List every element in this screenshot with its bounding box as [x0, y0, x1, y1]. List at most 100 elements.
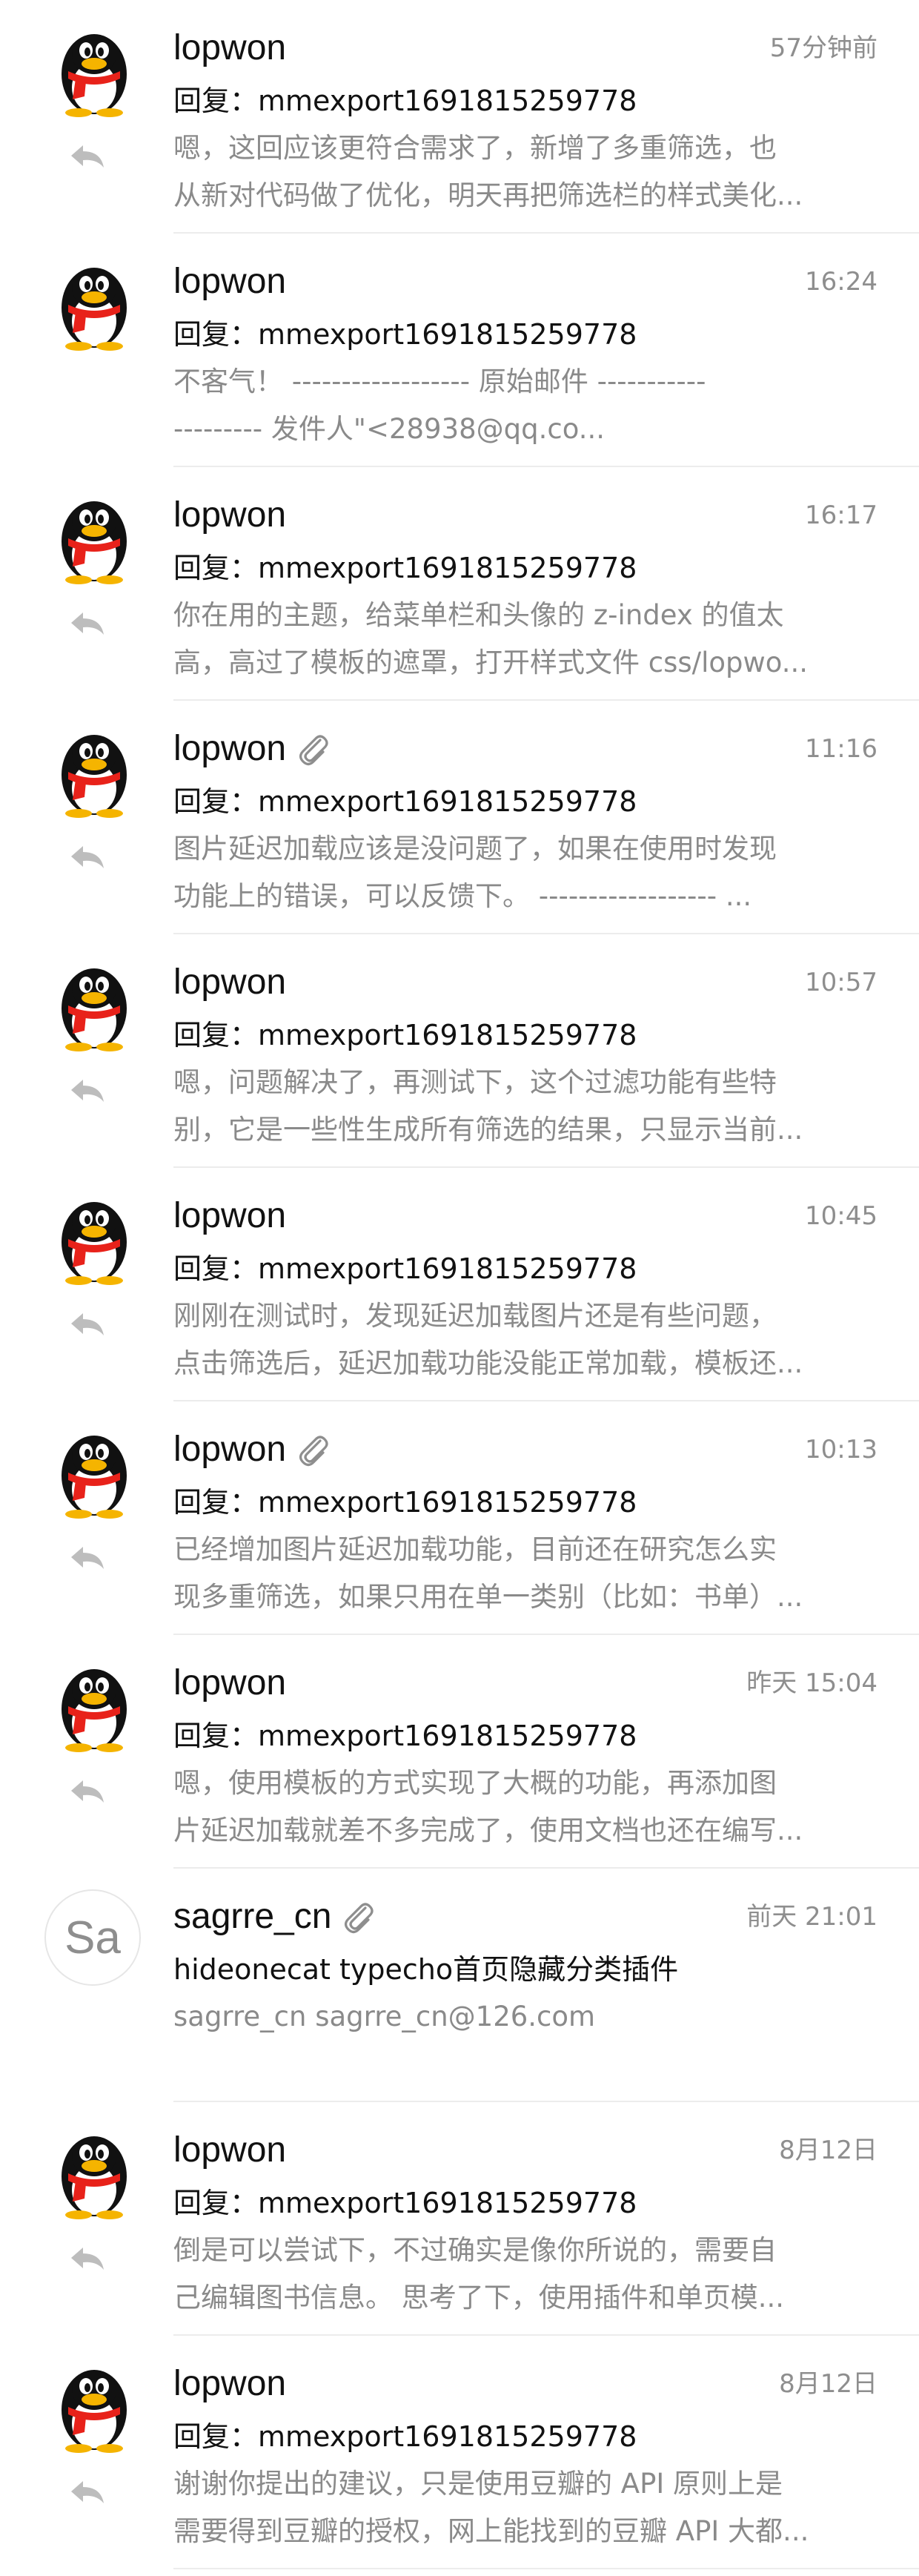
mail-preview-line: 你在用的主题，给菜单栏和头像的 z-index 的值太 — [173, 599, 784, 631]
paperclip-icon — [286, 730, 332, 768]
mail-subject: 回复：mmexport1691815259778 — [173, 2187, 637, 2219]
mail-list-item[interactable]: lopwon 10:13 回复：mmexport1691815259778 已经增加… — [0, 1401, 919, 1635]
qq-penguin-avatar-icon — [46, 489, 142, 586]
sender-name: lopwon — [173, 1663, 287, 1703]
mail-preview-line: 已经增加图片延迟加载功能，目前还在研究怎么实 — [173, 1533, 777, 1565]
mail-time: 10:45 — [805, 1201, 877, 1231]
mail-list-item[interactable]: lopwon 昨天 15:04 回复：mmexport1691815259778 嗯，… — [0, 1635, 919, 1869]
mail-preview-line: 需要得到豆瓣的授权，网上能找到的豆瓣 API 大都... — [173, 2515, 809, 2547]
mail-time: 57分钟前 — [769, 33, 877, 63]
sender-row: lopwon — [173, 489, 286, 541]
mail-time: 16:17 — [805, 501, 877, 530]
qq-penguin-avatar-icon — [46, 1657, 142, 1754]
sender-name: lopwon — [173, 262, 287, 301]
mail-subject: 回复：mmexport1691815259778 — [173, 1486, 637, 1519]
sender-name: lopwon — [173, 495, 287, 535]
mail-subject: 回复：mmexport1691815259778 — [173, 552, 637, 584]
mail-time: 昨天 15:04 — [746, 1668, 877, 1698]
mail-preview-line: 倒是可以尝试下，不过确实是像你所说的，需要自 — [173, 2234, 777, 2266]
qq-penguin-avatar-icon — [46, 723, 142, 819]
mail-list: lopwon 57分钟前回复：mmexport1691815259778 嗯，这回应… — [0, 0, 919, 2576]
mail-preview-line: 谢谢你提出的建议，只是使用豆瓣的 API 原则上是 — [173, 2468, 783, 2500]
mail-time: 16:24 — [805, 267, 877, 297]
mail-preview: sagrre_cn sagrre_cn@126.com — [173, 1993, 877, 2041]
mail-list-item[interactable]: lopwon 16:17 回复：mmexport1691815259778 你在用的主… — [0, 467, 919, 701]
sender-row: lopwon — [173, 22, 286, 74]
sender-name: lopwon — [173, 1196, 287, 1235]
qq-penguin-avatar-icon — [46, 2358, 142, 2454]
mail-list-item[interactable]: lopwon 16:24 回复：mmexport1691815259778 不客气！ … — [0, 234, 919, 467]
reply-arrow-icon — [68, 2245, 107, 2273]
sender-row: lopwon — [173, 2124, 286, 2176]
mail-preview: 刚刚在测试时，发现延迟加载图片还是有些问题， 点击筛选后，延迟加载功能没能正常加载… — [173, 1292, 877, 1387]
mail-time: 8月12日 — [779, 2369, 877, 2399]
sender-row: lopwon — [173, 957, 286, 1008]
mail-preview-line: 现多重筛选，如果只用在单一类别（比如：书单）... — [173, 1581, 803, 1613]
reply-arrow-icon — [68, 1544, 107, 1572]
mail-subject: 回复：mmexport1691815259778 — [173, 85, 637, 117]
mail-list-item[interactable]: lopwon 57分钟前回复：mmexport1691815259778 嗯，这回应… — [0, 0, 919, 234]
mail-subject: 回复：mmexport1691815259778 — [173, 2420, 637, 2453]
mail-preview: 不客气！ ------------------ 原始邮件 -----------… — [173, 358, 877, 453]
reply-arrow-icon — [68, 142, 107, 171]
mail-subject: 回复：mmexport1691815259778 — [173, 1720, 637, 1752]
reply-arrow-icon — [68, 1077, 107, 1105]
mail-preview: 你在用的主题，给菜单栏和头像的 z-index 的值太 高，高过了模板的遮罩，打开… — [173, 592, 877, 687]
mail-preview-line: 点击筛选后，延迟加载功能没能正常加载，模板还... — [173, 1347, 803, 1379]
mail-preview: 谢谢你提出的建议，只是使用豆瓣的 API 原则上是 需要得到豆瓣的授权，网上能找到… — [173, 2460, 877, 2555]
reply-arrow-icon — [68, 610, 107, 638]
mail-preview: 已经增加图片延迟加载功能，目前还在研究怎么实 现多重筛选，如果只用在单一类别（比如… — [173, 1526, 877, 1621]
sender-row: lopwon — [173, 2358, 286, 2410]
reply-arrow-icon — [68, 1777, 107, 1806]
mail-subject: 回复：mmexport1691815259778 — [173, 1252, 637, 1285]
sender-row: lopwon — [173, 723, 332, 775]
mail-list-item[interactable]: lopwon 8月12日回复：mmexport1691815259778 倒是可以尝… — [0, 2102, 919, 2336]
mail-preview-line: 不客气！ ------------------ 原始邮件 ----------- — [173, 366, 706, 397]
mail-list-item[interactable]: lopwon 11:16 回复：mmexport1691815259778 图片延迟… — [0, 701, 919, 934]
mail-preview-line: 刚刚在测试时，发现延迟加载图片还是有些问题， — [173, 1300, 777, 1332]
mail-subject: 回复：mmexport1691815259778 — [173, 1019, 637, 1051]
mail-time: 前天 21:01 — [746, 1902, 877, 1932]
mail-divider — [173, 2568, 919, 2569]
sender-name: lopwon — [173, 2364, 287, 2403]
mail-preview: 嗯，问题解决了，再测试下，这个过滤功能有些特 别，它是一些性生成所有筛选的结果，只… — [173, 1059, 877, 1154]
sender-name: lopwon — [173, 962, 287, 1002]
mail-list-item[interactable]: Sa sagrre_cn 前天 21:01 hideonecat typecho首页… — [0, 1869, 919, 2102]
sender-row: lopwon — [173, 1424, 332, 1476]
mail-subject: 回复：mmexport1691815259778 — [173, 785, 637, 818]
sender-name: lopwon — [173, 2130, 287, 2170]
mail-time: 8月12日 — [779, 2136, 877, 2165]
sender-name: lopwon — [173, 729, 287, 768]
mail-preview-line: 从新对代码做了优化，明天再把筛选栏的样式美化... — [173, 179, 803, 211]
mail-preview-line: 片延迟加载就差不多完成了，使用文档也还在编写... — [173, 1814, 803, 1846]
sender-name: lopwon — [173, 1430, 287, 1469]
mail-time: 10:13 — [805, 1435, 877, 1464]
sender-row: sagrre_cn — [173, 1891, 377, 1943]
sender-name: lopwon — [173, 28, 287, 67]
mail-preview-line: 图片延迟加载应该是没问题了，如果在使用时发现 — [173, 833, 777, 865]
reply-arrow-icon — [68, 843, 107, 871]
mail-list-item[interactable]: lopwon 10:57 回复：mmexport1691815259778 嗯，问题解… — [0, 934, 919, 1168]
mail-preview: 倒是可以尝试下，不过确实是像你所说的，需要自 己编辑图书信息。 思考了下，使用插件… — [173, 2227, 877, 2322]
qq-penguin-avatar-icon — [46, 2124, 142, 2221]
reply-arrow-icon — [68, 2478, 107, 2506]
mail-preview-line: 别，它是一些性生成所有筛选的结果，只显示当前... — [173, 1114, 803, 1146]
paperclip-icon — [331, 1898, 377, 1936]
reply-arrow-icon — [68, 1310, 107, 1338]
mail-preview: 嗯，这回应该更符合需求了，新增了多重筛选，也 从新对代码做了优化，明天再把筛选栏的… — [173, 125, 877, 219]
sender-row: lopwon — [173, 256, 286, 308]
mail-preview: 图片延迟加载应该是没问题了，如果在使用时发现 功能上的错误，可以反馈下。 ----… — [173, 825, 877, 920]
qq-penguin-avatar-icon — [46, 1424, 142, 1520]
paperclip-icon — [286, 1430, 332, 1469]
qq-penguin-avatar-icon — [46, 1190, 142, 1287]
mail-preview-line: 己编辑图书信息。 思考了下，使用插件和单页模... — [173, 2282, 785, 2314]
mail-time: 10:57 — [805, 968, 877, 997]
mail-subject: hideonecat typecho首页隐藏分类插件 — [173, 1953, 679, 1986]
mail-subject: 回复：mmexport1691815259778 — [173, 318, 637, 351]
mail-list-item[interactable]: lopwon 10:45 回复：mmexport1691815259778 刚刚在测试… — [0, 1168, 919, 1401]
avatar: Sa — [44, 1889, 141, 1986]
mail-list-item[interactable]: lopwon 8月12日回复：mmexport1691815259778 谢谢你提出… — [0, 2336, 919, 2569]
qq-penguin-avatar-icon — [46, 256, 142, 352]
sender-name: sagrre_cn — [173, 1897, 332, 1936]
qq-penguin-avatar-icon — [46, 957, 142, 1053]
